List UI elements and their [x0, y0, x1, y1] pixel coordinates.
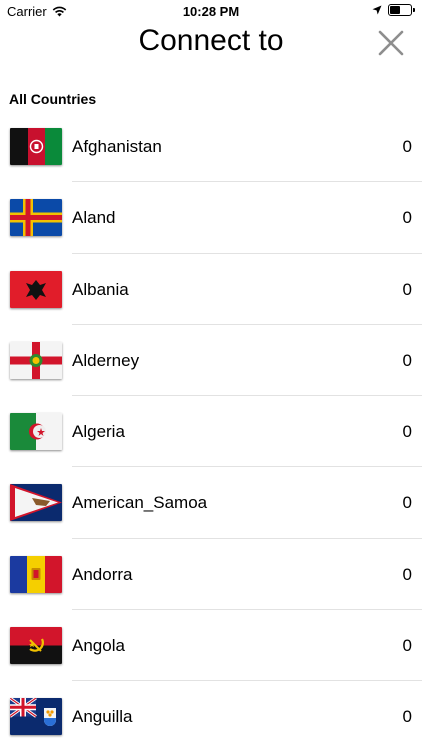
- country-name: Angola: [72, 636, 125, 656]
- country-name: Andorra: [72, 564, 133, 584]
- angola-flag: [10, 627, 62, 665]
- albania-flag: [10, 270, 62, 308]
- page-title: Connect to: [138, 24, 284, 57]
- american-samoa-flag: [10, 484, 62, 522]
- close-icon: [378, 30, 404, 56]
- country-count: 0: [402, 208, 412, 228]
- aland-flag: [10, 199, 62, 237]
- section-title: All Countries: [9, 91, 97, 107]
- country-row[interactable]: Anguilla 0: [0, 681, 422, 752]
- country-row[interactable]: Afghanistan 0: [0, 111, 422, 183]
- header: Connect to: [0, 22, 422, 66]
- country-list: Afghanistan 0 Aland 0 Albania 0 Alderney…: [0, 111, 422, 753]
- status-bar-right: [372, 4, 415, 16]
- country-count: 0: [402, 707, 412, 727]
- country-count: 0: [402, 493, 412, 513]
- afghanistan-flag: [10, 128, 62, 165]
- country-count: 0: [402, 279, 412, 299]
- country-name: Albania: [72, 279, 129, 299]
- battery-icon: [388, 4, 415, 16]
- country-row[interactable]: Angola 0: [0, 610, 422, 682]
- country-name: Algeria: [72, 422, 125, 442]
- country-row[interactable]: Albania 0: [0, 254, 422, 325]
- country-count: 0: [402, 422, 412, 442]
- country-count: 0: [402, 350, 412, 370]
- country-row[interactable]: American_Samoa 0: [0, 467, 422, 539]
- country-count: 0: [402, 564, 412, 584]
- algeria-flag: [10, 413, 62, 451]
- country-name: Aland: [72, 208, 116, 228]
- location-arrow-icon: [372, 5, 382, 15]
- andorra-flag: [10, 555, 62, 593]
- country-name: Alderney: [72, 350, 140, 370]
- anguilla-flag: [10, 698, 62, 736]
- close-button[interactable]: [376, 28, 406, 58]
- country-row[interactable]: Alderney 0: [0, 325, 422, 397]
- status-bar: Carrier 10:28 PM: [0, 0, 422, 22]
- alderney-flag: [10, 341, 62, 379]
- country-count: 0: [402, 137, 412, 156]
- status-time: 10:28 PM: [182, 4, 240, 19]
- country-count: 0: [402, 636, 412, 656]
- country-name: Anguilla: [72, 707, 133, 727]
- country-row[interactable]: Aland 0: [0, 182, 422, 254]
- country-name: American_Samoa: [72, 493, 208, 513]
- country-row[interactable]: Andorra 0: [0, 539, 422, 611]
- country-row[interactable]: Algeria 0: [0, 396, 422, 468]
- country-name: Afghanistan: [72, 137, 162, 156]
